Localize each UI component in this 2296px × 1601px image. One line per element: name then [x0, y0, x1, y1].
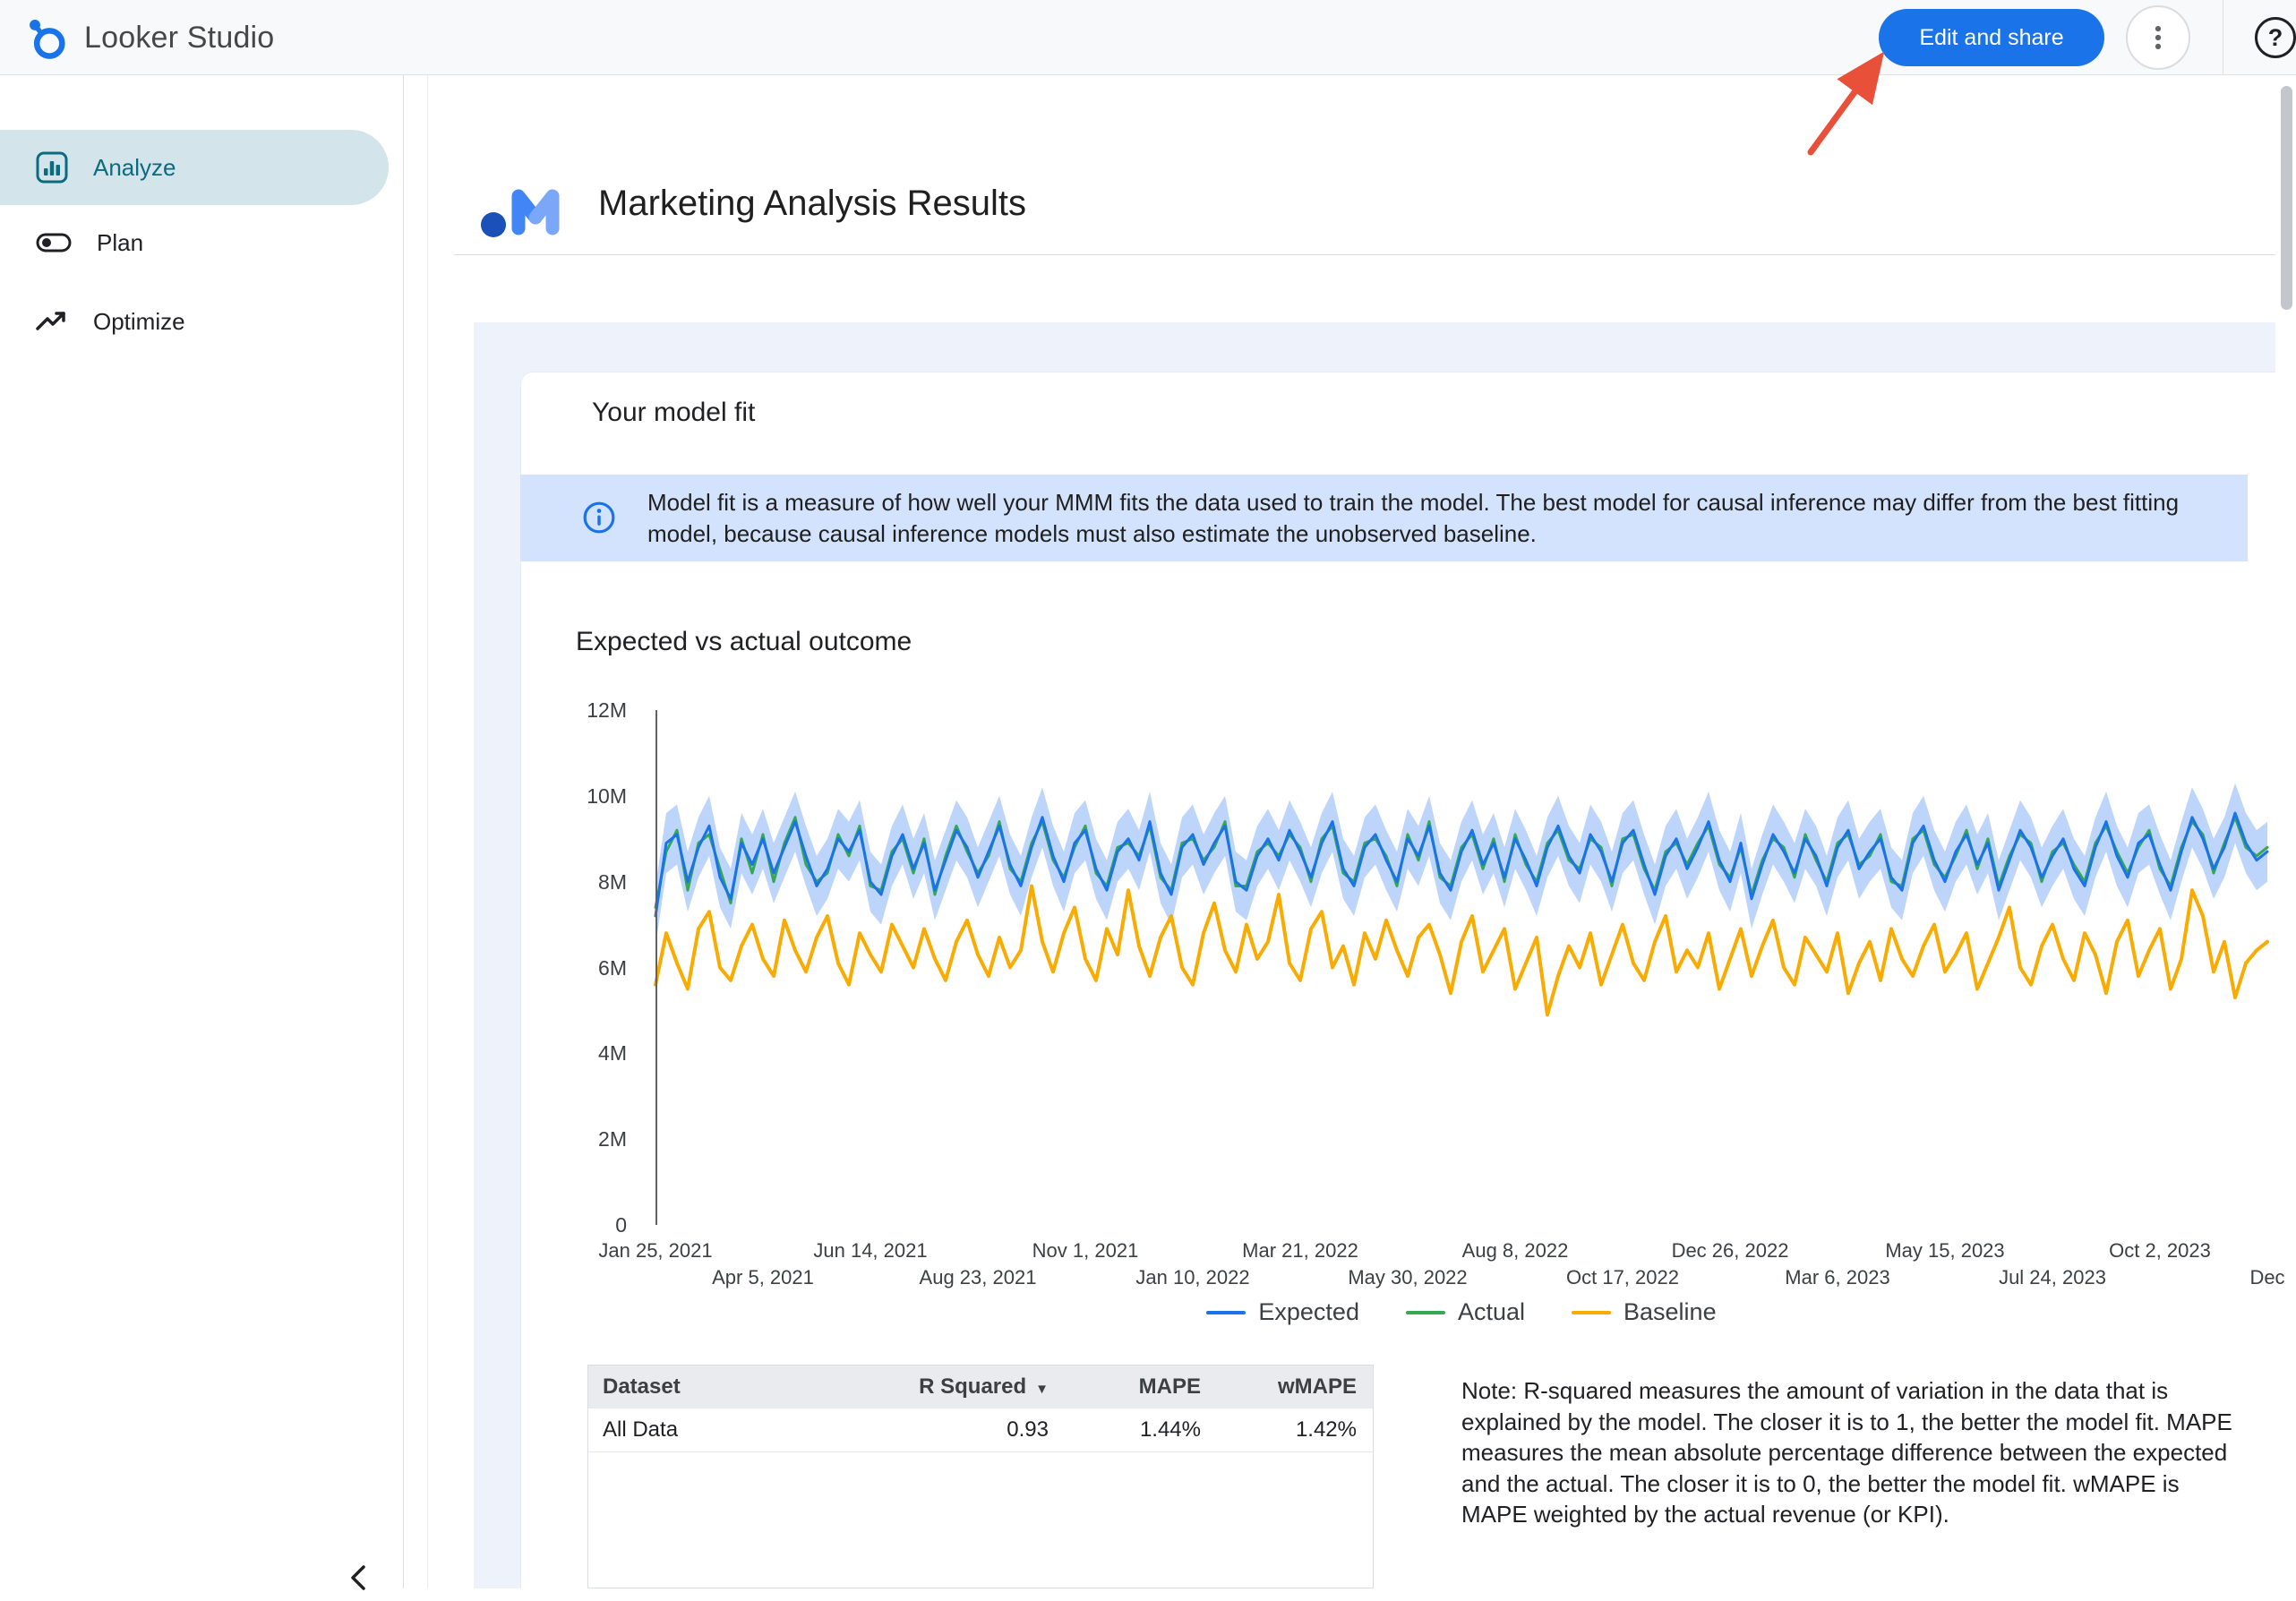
- model-fit-table: Dataset R Squared ▼ MAPE wMAPE All Data 0…: [587, 1365, 1374, 1588]
- column-header-mape[interactable]: MAPE: [1063, 1374, 1215, 1400]
- x-tick-label: Aug 8, 2022: [1444, 1239, 1587, 1263]
- app-name: Looker Studio: [84, 21, 274, 56]
- cell-dataset: All Data: [588, 1417, 857, 1443]
- column-header-r-squared[interactable]: R Squared ▼: [857, 1374, 1063, 1400]
- x-tick-label: Jul 24, 2023: [1981, 1266, 2124, 1289]
- looker-logo-icon: [23, 14, 70, 61]
- column-header-wmape[interactable]: wMAPE: [1215, 1374, 1371, 1400]
- x-tick-label: May 30, 2022: [1336, 1266, 1479, 1289]
- vertical-scrollbar-thumb[interactable]: [2281, 86, 2292, 310]
- legend-item-actual: Actual: [1406, 1298, 1525, 1326]
- table-row: All Data 0.93 1.44% 1.42%: [588, 1408, 1373, 1452]
- sidebar-item-optimize[interactable]: Optimize: [0, 284, 389, 359]
- x-tick-label: Jun 14, 2021: [799, 1239, 942, 1263]
- collapse-sidebar-button[interactable]: [337, 1554, 383, 1601]
- y-tick-label: 6M: [484, 956, 627, 980]
- sidebar-item-analyze[interactable]: Analyze: [0, 130, 389, 205]
- x-tick-label: Jan 25, 2021: [584, 1239, 727, 1263]
- legend-label: Baseline: [1623, 1298, 1717, 1326]
- x-tick-label: Apr 5, 2021: [691, 1266, 835, 1289]
- trending-up-icon: [34, 304, 70, 339]
- looker-studio-home-link[interactable]: Looker Studio: [23, 0, 274, 75]
- confidence-band: [655, 783, 2267, 946]
- table-header-row: Dataset R Squared ▼ MAPE wMAPE: [588, 1366, 1373, 1408]
- more-options-button[interactable]: [2126, 5, 2190, 70]
- x-tick-label: Mar 6, 2023: [1766, 1266, 1909, 1289]
- cell-r-squared: 0.93: [857, 1417, 1063, 1443]
- x-tick-label: Aug 23, 2021: [906, 1266, 1049, 1289]
- baseline-line-swatch: [1572, 1311, 1611, 1314]
- x-tick-label: Nov 1, 2021: [1014, 1239, 1157, 1263]
- x-tick-label: Dec 26, 2022: [1658, 1239, 1802, 1263]
- sidebar-item-label: Plan: [97, 229, 143, 257]
- cell-wmape: 1.42%: [1215, 1417, 1371, 1443]
- y-tick-label: 2M: [484, 1127, 627, 1152]
- y-tick-label: 10M: [484, 784, 627, 809]
- sidebar: Analyze Plan Optimize: [0, 75, 404, 1588]
- page-title: Marketing Analysis Results: [598, 184, 1026, 224]
- info-banner: Model fit is a measure of how well your …: [520, 475, 2248, 561]
- legend-label: Expected: [1258, 1298, 1359, 1326]
- help-button[interactable]: ?: [2255, 17, 2296, 58]
- y-tick-label: 0: [484, 1213, 627, 1237]
- x-tick-label: Jan 10, 2022: [1121, 1266, 1264, 1289]
- x-axis-labels: Jan 25, 2021Apr 5, 2021Jun 14, 2021Aug 2…: [655, 1239, 2267, 1293]
- info-banner-text: Model fit is a measure of how well your …: [647, 475, 2223, 561]
- sidebar-item-label: Analyze: [93, 154, 176, 182]
- toggle-icon: [34, 223, 73, 262]
- header-divider: [454, 254, 2275, 255]
- sidebar-item-label: Optimize: [93, 308, 185, 336]
- report-frame-border: [427, 75, 428, 1588]
- chart-legend: Expected Actual Baseline: [655, 1298, 2267, 1326]
- legend-item-baseline: Baseline: [1572, 1298, 1717, 1326]
- y-tick-label: 4M: [484, 1041, 627, 1066]
- question-mark-icon: ?: [2268, 24, 2283, 52]
- y-axis-labels: 02M4M6M8M10M12M: [498, 710, 641, 1225]
- y-tick-label: 12M: [484, 698, 627, 723]
- outcome-chart-svg[interactable]: [655, 710, 2267, 1225]
- actual-line-swatch: [1406, 1311, 1445, 1314]
- chevron-left-icon: [342, 1560, 378, 1596]
- topbar: Looker Studio Edit and share ?: [0, 0, 2296, 75]
- legend-item-expected: Expected: [1206, 1298, 1359, 1326]
- expected-line-swatch: [1206, 1311, 1246, 1314]
- info-icon: [582, 501, 616, 539]
- x-tick-label: May 15, 2023: [1873, 1239, 2017, 1263]
- cell-mape: 1.44%: [1063, 1417, 1215, 1443]
- x-tick-label: Mar 21, 2022: [1229, 1239, 1372, 1263]
- meridian-logo: [479, 157, 582, 242]
- more-vert-icon: [2143, 22, 2173, 53]
- card-title: Your model fit: [592, 398, 755, 428]
- edit-and-share-button[interactable]: Edit and share: [1879, 9, 2104, 66]
- metrics-note: Note: R-squared measures the amount of v…: [1461, 1375, 2248, 1530]
- column-header-label: R Squared: [919, 1374, 1026, 1399]
- sort-arrow-icon: ▼: [1035, 1382, 1049, 1397]
- chart-section-title: Expected vs actual outcome: [576, 627, 912, 657]
- baseline-line: [655, 886, 2267, 1015]
- analytics-icon: [34, 150, 70, 185]
- y-tick-label: 8M: [484, 870, 627, 895]
- column-header-dataset[interactable]: Dataset: [588, 1374, 857, 1400]
- legend-label: Actual: [1458, 1298, 1525, 1326]
- sidebar-item-plan[interactable]: Plan: [0, 205, 389, 280]
- x-tick-label: Dec: [2196, 1266, 2296, 1289]
- x-tick-label: Oct 17, 2022: [1551, 1266, 1694, 1289]
- x-tick-label: Oct 2, 2023: [2088, 1239, 2232, 1263]
